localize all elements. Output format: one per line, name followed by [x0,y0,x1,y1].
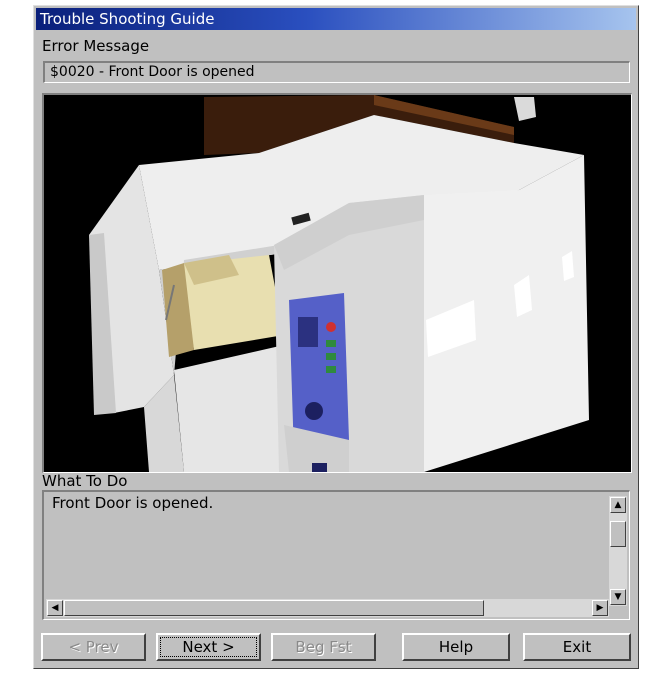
error-message-field: $0020 - Front Door is opened [43,61,630,83]
vertical-scrollbar[interactable]: ▲ ▼ [609,496,627,606]
what-to-do-text-area[interactable]: Front Door is opened. ▲ ▼ ◀ ▶ [42,490,630,620]
machine-illustration [44,95,631,472]
right-arrow-icon[interactable]: ▶ [592,600,608,616]
what-to-do-text: Front Door is opened. [52,494,214,512]
beginning-button[interactable]: Beg Fst [271,633,376,661]
what-to-do-label: What To Do [42,472,128,490]
next-button[interactable]: Next > [156,633,261,661]
machine-3d-view [42,93,632,473]
up-arrow-icon[interactable]: ▲ [610,497,626,513]
horizontal-scrollbar[interactable]: ◀ ▶ [46,599,609,617]
left-arrow-icon[interactable]: ◀ [47,600,63,616]
prev-button[interactable]: < Prev [41,633,146,661]
error-message-label: Error Message [42,37,150,55]
vertical-scroll-thumb[interactable] [610,521,626,547]
title-bar[interactable]: Trouble Shooting Guide [36,8,636,30]
error-message-value: $0020 - Front Door is opened [50,64,255,80]
horizontal-scroll-thumb[interactable] [64,600,484,616]
trouble-shooting-dialog: Trouble Shooting Guide Error Message $00… [33,5,639,669]
window-title: Trouble Shooting Guide [40,10,215,28]
help-button[interactable]: Help [402,633,510,661]
down-arrow-icon[interactable]: ▼ [610,589,626,605]
exit-button[interactable]: Exit [523,633,631,661]
